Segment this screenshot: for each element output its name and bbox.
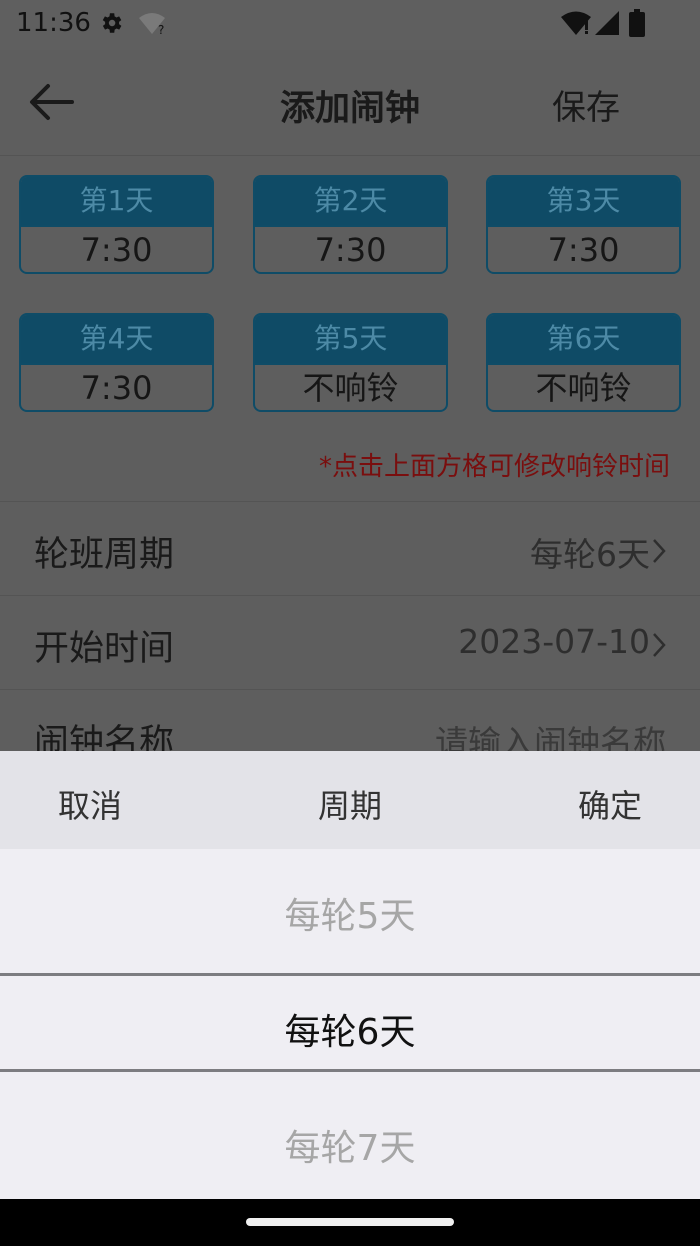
day-card-6[interactable]: 第6天 不响铃 xyxy=(486,313,681,412)
picker-toolbar: 取消 周期 确定 xyxy=(0,751,700,849)
day-card-time: 7:30 xyxy=(255,225,446,272)
confirm-button[interactable]: 确定 xyxy=(578,781,642,827)
status-time: 11:36 xyxy=(16,8,91,38)
day-card-time: 7:30 xyxy=(488,225,679,272)
navigation-bar xyxy=(0,1199,700,1246)
chevron-right-icon xyxy=(653,539,666,563)
day-card-time: 7:30 xyxy=(21,225,212,272)
chevron-right-icon xyxy=(653,633,666,657)
app-bar: 添加闹钟 保存 xyxy=(0,50,700,156)
start-date-row[interactable]: 开始时间 2023-07-10 xyxy=(0,595,700,689)
picker-option[interactable]: 每轮5天 xyxy=(0,887,700,939)
cycle-picker-sheet: 取消 周期 确定 每轮5天 每轮6天 每轮7天 xyxy=(0,751,700,1199)
signal-icon xyxy=(595,11,619,35)
home-gesture-handle[interactable] xyxy=(246,1218,454,1226)
picker-divider xyxy=(0,1069,700,1072)
day-card-label: 第1天 xyxy=(21,177,212,225)
status-bar: 11:36 ? xyxy=(0,0,700,50)
day-card-5[interactable]: 第5天 不响铃 xyxy=(253,313,448,412)
svg-text:?: ? xyxy=(158,23,164,36)
day-card-label: 第2天 xyxy=(255,177,446,225)
cycle-row[interactable]: 轮班周期 每轮6天 xyxy=(0,501,700,595)
edit-hint: *点击上面方格可修改响铃时间 xyxy=(318,452,670,482)
day-card-2[interactable]: 第2天 7:30 xyxy=(253,175,448,274)
battery-icon xyxy=(629,9,645,37)
day-card-1[interactable]: 第1天 7:30 xyxy=(19,175,214,274)
day-card-label: 第4天 xyxy=(21,315,212,363)
picker-option[interactable]: 每轮7天 xyxy=(0,1119,700,1171)
start-date-value: 2023-07-10 xyxy=(458,622,650,661)
picker-option-selected[interactable]: 每轮6天 xyxy=(0,1003,700,1055)
day-card-label: 第6天 xyxy=(488,315,679,363)
start-date-label: 开始时间 xyxy=(34,629,175,669)
gear-icon xyxy=(102,13,122,33)
day-card-3[interactable]: 第3天 7:30 xyxy=(486,175,681,274)
wifi-icon xyxy=(561,11,591,35)
day-card-4[interactable]: 第4天 7:30 xyxy=(19,313,214,412)
day-card-time: 不响铃 xyxy=(488,363,679,410)
day-card-label: 第5天 xyxy=(255,315,446,363)
cycle-value: 每轮6天 xyxy=(530,535,650,574)
wifi-question-icon: ? xyxy=(139,13,165,36)
day-card-time: 7:30 xyxy=(21,363,212,410)
day-card-time: 不响铃 xyxy=(255,363,446,410)
save-button[interactable]: 保存 xyxy=(552,80,620,129)
day-card-label: 第3天 xyxy=(488,177,679,225)
picker-divider xyxy=(0,973,700,976)
cycle-label: 轮班周期 xyxy=(34,535,175,575)
